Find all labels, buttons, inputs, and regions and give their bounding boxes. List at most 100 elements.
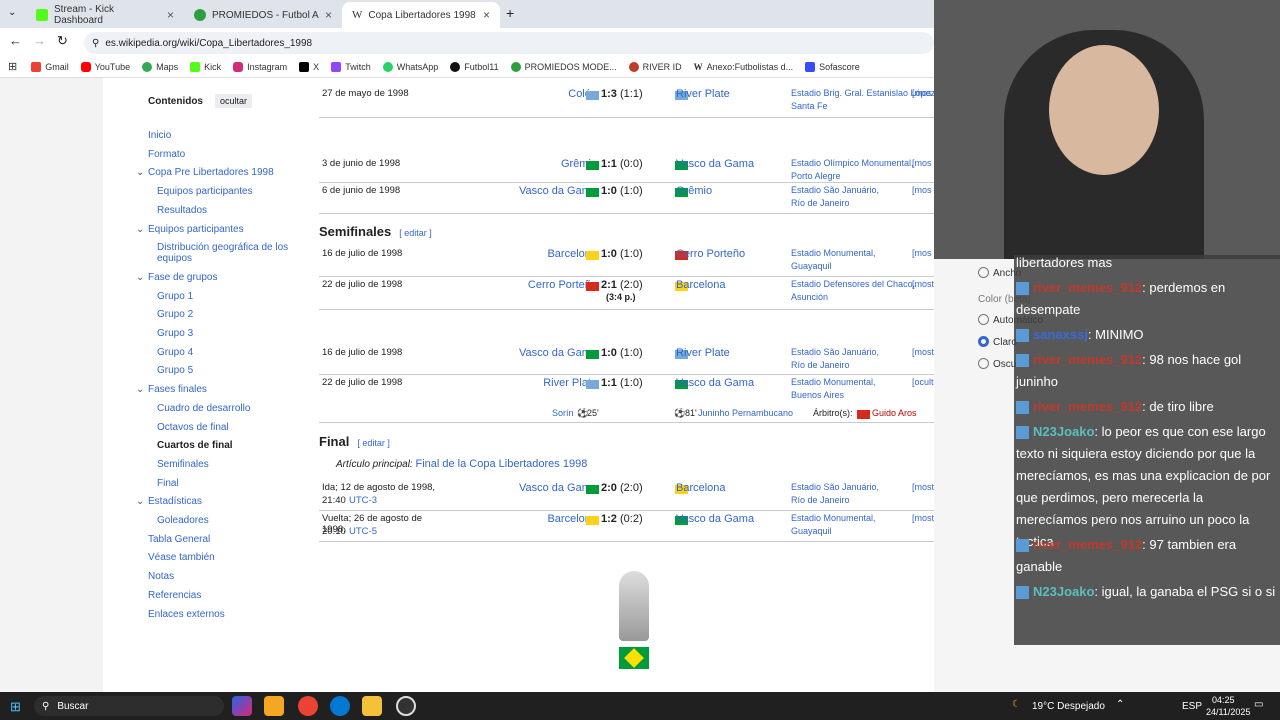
away-team-link[interactable]: Vasco da Gama (676, 513, 754, 525)
stadium-link[interactable]: Estadio Olímpico Monumental, (791, 158, 914, 168)
city-link[interactable]: Río de Janeiro (791, 360, 850, 370)
away-team-link[interactable]: Cerro Porteño (676, 248, 745, 260)
collapse-icon[interactable]: ⌄ (136, 167, 144, 178)
close-icon[interactable]: × (483, 8, 490, 22)
away-team-link[interactable]: Barcelona (676, 279, 726, 291)
toc-item[interactable]: Enlaces externos (148, 609, 225, 620)
tray-chevron-icon[interactable]: ⌃ (1116, 699, 1124, 710)
chat-username[interactable]: N23Joako (1033, 584, 1094, 599)
edge-icon[interactable] (330, 696, 350, 716)
close-icon[interactable]: × (325, 8, 332, 22)
city-link[interactable]: Santa Fe (791, 101, 828, 111)
city-link[interactable]: Porto Alegre (791, 171, 841, 181)
bookmark-river-id[interactable]: RIVER ID (628, 61, 682, 72)
toc-item[interactable]: Goleadores (157, 515, 209, 526)
weather-text[interactable]: 19°C Despejado (1032, 701, 1105, 712)
toc-item[interactable]: Referencias (148, 590, 201, 601)
bookmark-whatsapp[interactable]: WhatsApp (382, 61, 438, 72)
away-team-link[interactable]: River Plate (676, 347, 730, 359)
chrome-icon[interactable] (298, 696, 318, 716)
file-explorer-icon[interactable] (362, 696, 382, 716)
tab-promiedos[interactable]: PROMIEDOS - Futbol Argentino × (184, 2, 342, 28)
bookmark-gmail[interactable]: Gmail (31, 61, 69, 72)
toc-item[interactable]: Grupo 2 (157, 309, 193, 320)
toc-item[interactable]: Véase también (148, 552, 215, 563)
bookmark-x[interactable]: X (299, 61, 319, 72)
scorer-link[interactable]: Sorín (552, 408, 574, 418)
toc-item[interactable]: ⌄ Fases finales (136, 384, 207, 395)
main-article-link[interactable]: Final de la Copa Libertadores 1998 (415, 458, 587, 470)
toc-item[interactable]: ⌄ Equipos participantes (136, 224, 244, 235)
chat-username[interactable]: sanaxssj (1033, 327, 1088, 342)
toggle-details-button[interactable]: [mos (912, 158, 932, 168)
stadium-link[interactable]: Estadio Monumental, (791, 513, 876, 523)
bookmark-sofascore[interactable]: Sofascore (805, 61, 860, 72)
tab-wikipedia[interactable]: W Copa Libertadores 1998 - Wiki × (342, 2, 500, 28)
toc-item[interactable]: Equipos participantes (157, 186, 253, 197)
away-team-link[interactable]: Vasco da Gama (676, 377, 754, 389)
toc-item[interactable]: ⌄ Copa Pre Libertadores 1998 (136, 167, 274, 178)
bookmark-twitch[interactable]: Twitch (331, 61, 371, 72)
language-indicator[interactable]: ESP (1182, 701, 1202, 712)
city-link[interactable]: Guayaquil (791, 261, 832, 271)
bookmark-instagram[interactable]: Instagram (233, 61, 287, 72)
stadium-link[interactable]: Estadio São Januário, (791, 482, 879, 492)
away-team-link[interactable]: Grêmio (676, 185, 712, 197)
stadium-link[interactable]: Estadio Monumental, (791, 248, 876, 258)
city-link[interactable]: Guayaquil (791, 526, 832, 536)
toc-item[interactable]: Grupo 3 (157, 328, 193, 339)
site-info-icon[interactable]: ⚲ (92, 38, 99, 49)
toc-item[interactable]: Cuartos de final (157, 440, 233, 451)
city-link[interactable]: Río de Janeiro (791, 495, 850, 505)
bookmark-futbol11[interactable]: Futbol11 (450, 61, 499, 72)
chat-username[interactable]: river_memes_912 (1033, 352, 1142, 367)
collapse-icon[interactable]: ⌄ (136, 224, 144, 235)
store-icon[interactable] (264, 696, 284, 716)
toc-item[interactable]: Octavos de final (157, 422, 229, 433)
clock-date[interactable]: 24/11/2025 (1206, 707, 1250, 717)
toc-item[interactable]: Grupo 5 (157, 365, 193, 376)
bookmark-promiedos[interactable]: PROMIEDOS MODE... (510, 61, 617, 72)
collapse-icon[interactable]: ⌄ (136, 496, 144, 507)
stadium-link[interactable]: Estadio São Januário, (791, 185, 879, 195)
stadium-link[interactable]: Estadio Monumental, (791, 377, 876, 387)
clock-time[interactable]: 04:25 (1212, 695, 1235, 705)
tab-kick[interactable]: Stream - Kick Dashboard × (26, 2, 184, 28)
bookmark-anexo[interactable]: W Anexo:Futbolistas d... (694, 62, 794, 72)
toc-hide-button[interactable]: ocultar (215, 94, 253, 108)
stadium-link[interactable]: Estadio Defensores del Chaco, (791, 279, 915, 289)
scorer-link[interactable]: Juninho Pernambucano (698, 408, 793, 418)
toggle-details-button[interactable]: [mos (912, 88, 932, 98)
url-input[interactable]: ⚲ es.wikipedia.org/wiki/Copa_Libertadore… (84, 32, 934, 54)
toc-item[interactable]: ⌄ Estadísticas (136, 496, 202, 507)
toc-item[interactable]: Tabla General (148, 534, 210, 545)
chat-username[interactable]: river_memes_912 (1033, 537, 1142, 552)
timezone-link[interactable]: UTC-5 (349, 526, 377, 537)
city-link[interactable]: Río de Janeiro (791, 198, 850, 208)
new-tab-icon[interactable]: + (506, 5, 514, 21)
chat-username[interactable]: river_memes_912 (1033, 280, 1142, 295)
toc-item[interactable]: Distribución geográfica de los equipos (157, 242, 297, 264)
toc-item[interactable]: ⌄ Fase de grupos (136, 272, 218, 283)
taskbar-search[interactable]: ⚲ Buscar (34, 696, 224, 716)
toc-item[interactable]: Formato (148, 149, 185, 160)
toc-item[interactable]: Semifinales (157, 459, 209, 470)
back-icon[interactable]: ← (9, 33, 22, 48)
close-icon[interactable]: × (167, 8, 174, 22)
city-link[interactable]: Asunción (791, 292, 828, 302)
tab-list-chevron-icon[interactable]: ⌄ (8, 7, 16, 18)
toc-item[interactable]: Final (157, 478, 179, 489)
referee-link[interactable]: Guido Aros (872, 408, 917, 418)
obs-icon[interactable] (396, 696, 416, 716)
away-team-link[interactable]: Vasco da Gama (676, 158, 754, 170)
edit-link[interactable]: [ editar ] (399, 228, 432, 238)
toc-item[interactable]: Grupo 4 (157, 347, 193, 358)
toc-item[interactable]: Resultados (157, 205, 207, 216)
bookmark-maps[interactable]: Maps (142, 61, 178, 72)
windows-start-icon[interactable]: ⊞ (10, 699, 21, 715)
notification-icon[interactable]: ▭ (1254, 699, 1263, 710)
chat-username[interactable]: river_memes_912 (1033, 399, 1142, 414)
toc-item[interactable]: Grupo 1 (157, 291, 193, 302)
toc-item[interactable]: Notas (148, 571, 174, 582)
city-link[interactable]: Buenos Aires (791, 390, 844, 400)
